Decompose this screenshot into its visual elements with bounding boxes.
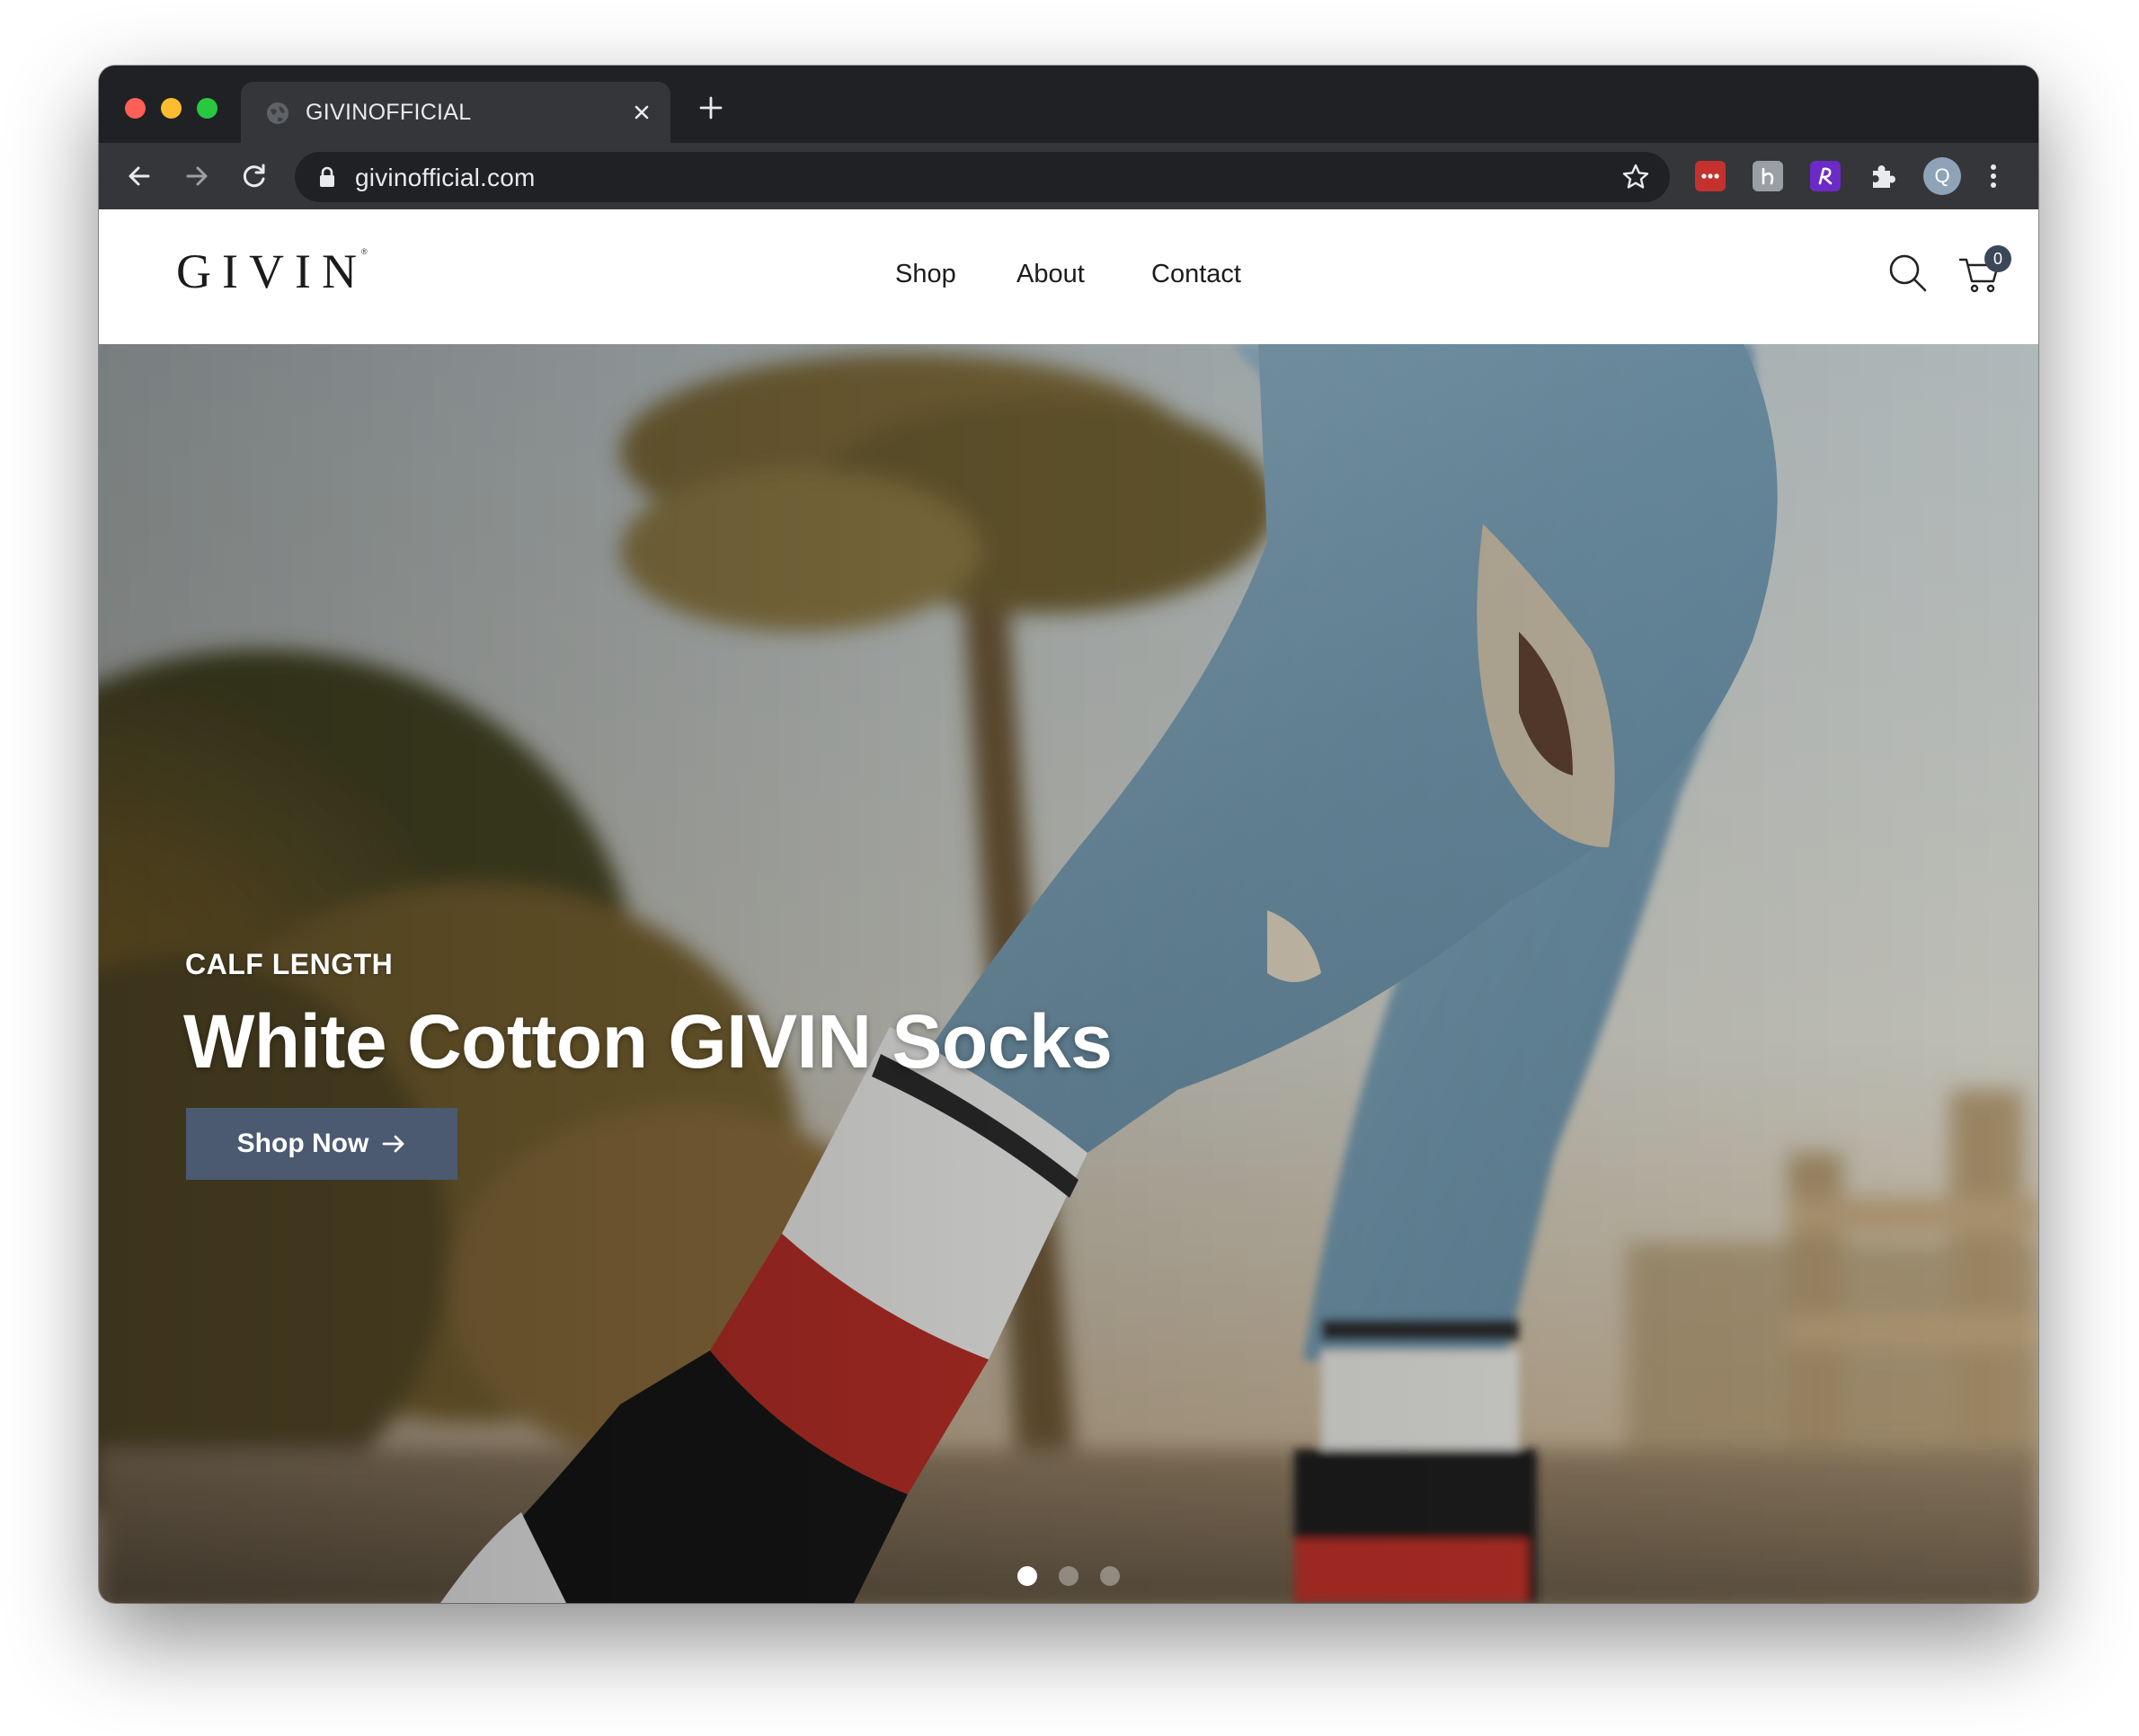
- close-window-button[interactable]: [125, 98, 146, 119]
- nav-shop-link[interactable]: Shop: [895, 260, 956, 289]
- extension-icon[interactable]: [1810, 161, 1841, 191]
- puzzle-icon[interactable]: [1866, 159, 1900, 193]
- cart-count-badge: 0: [1984, 245, 2011, 272]
- hero-slider: CALF LENGTH White Cotton GIVIN Socks Sho…: [99, 344, 2038, 1603]
- tab-strip: GIVINOFFICIAL: [99, 66, 2038, 143]
- maximize-window-button[interactable]: [197, 98, 217, 119]
- profile-avatar[interactable]: Q: [1923, 157, 1961, 195]
- script-r-icon: [1818, 167, 1833, 185]
- back-arrow-icon[interactable]: [122, 159, 156, 193]
- bookmark-star-icon[interactable]: [1621, 163, 1650, 191]
- minimize-window-button[interactable]: [161, 98, 182, 119]
- more-menu-icon[interactable]: [1984, 159, 2002, 193]
- registered-mark: ®: [361, 247, 368, 256]
- slide-dot-1[interactable]: [1017, 1566, 1037, 1586]
- lock-icon[interactable]: [318, 166, 336, 188]
- browser-toolbar: givinofficial.com Q: [99, 143, 2038, 209]
- site-header: GIVIN ® Shop About Contact 0: [99, 209, 2038, 344]
- new-tab-icon[interactable]: [696, 93, 726, 123]
- shop-now-button[interactable]: Shop Now: [186, 1108, 457, 1180]
- globe-icon: [267, 102, 288, 124]
- script-letter-icon: [1762, 167, 1774, 185]
- dots-icon: [1701, 173, 1719, 179]
- browser-tab[interactable]: GIVINOFFICIAL: [241, 82, 670, 143]
- url-text[interactable]: givinofficial.com: [355, 164, 536, 192]
- arrow-right-icon: [382, 1135, 404, 1153]
- forward-arrow-icon[interactable]: [180, 159, 214, 193]
- browser-window: GIVINOFFICIAL givinofficial.com Q GIVIN …: [99, 66, 2038, 1603]
- site-logo[interactable]: GIVIN: [176, 247, 368, 296]
- slide-dot-2[interactable]: [1059, 1566, 1078, 1586]
- extension-icon[interactable]: [1753, 161, 1783, 191]
- close-tab-icon[interactable]: [629, 100, 654, 125]
- search-icon[interactable]: [1886, 251, 1930, 296]
- address-bar[interactable]: givinofficial.com: [295, 152, 1670, 202]
- shop-now-label: Shop Now: [236, 1129, 369, 1158]
- hero-title: White Cotton GIVIN Socks: [183, 999, 1113, 1084]
- slide-dot-3[interactable]: [1100, 1566, 1120, 1586]
- password-manager-extension-icon[interactable]: [1695, 161, 1726, 191]
- hero-eyebrow: CALF LENGTH: [185, 948, 394, 980]
- nav-about-link[interactable]: About: [1016, 260, 1085, 289]
- tab-title: GIVINOFFICIAL: [306, 100, 472, 125]
- nav-contact-link[interactable]: Contact: [1151, 260, 1241, 289]
- page-viewport: GIVIN ® Shop About Contact 0 CALF LENGTH…: [99, 209, 2038, 1603]
- reload-icon[interactable]: [237, 159, 271, 193]
